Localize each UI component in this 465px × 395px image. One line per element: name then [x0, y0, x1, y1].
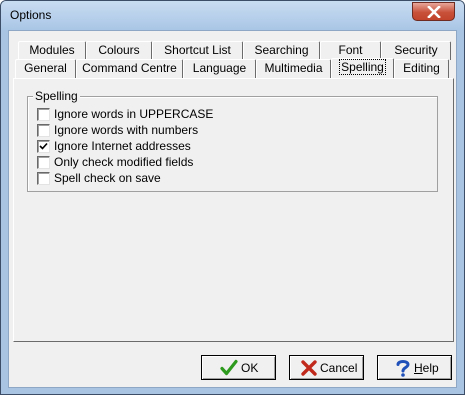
help-button[interactable]: Help: [377, 355, 452, 380]
spelling-group-label: Spelling: [33, 89, 80, 103]
tab-general[interactable]: General: [15, 59, 76, 78]
close-icon: [427, 6, 441, 18]
checkbox-box-checked[interactable]: [37, 140, 50, 153]
tab-searching[interactable]: Searching: [243, 41, 320, 60]
question-icon: [396, 360, 410, 377]
cancel-button[interactable]: Cancel: [289, 355, 364, 380]
checkbox-box[interactable]: [37, 124, 50, 137]
cancel-label: Cancel: [320, 361, 358, 375]
ok-label: OK: [241, 361, 259, 375]
cross-icon: [301, 360, 317, 376]
tab-language[interactable]: Language: [183, 59, 256, 78]
tab-spelling[interactable]: Spelling: [331, 58, 394, 78]
checkmark-icon: [39, 142, 48, 150]
spelling-tab-panel: Spelling Ignore words in UPPERCASE Ignor…: [13, 78, 454, 342]
title-bar[interactable]: Options: [1, 1, 464, 30]
checkbox-label: Only check modified fields: [54, 155, 194, 169]
checkbox-box[interactable]: [37, 172, 50, 185]
check-icon: [220, 359, 238, 376]
checkbox-box[interactable]: [37, 108, 50, 121]
spelling-groupbox: Spelling Ignore words in UPPERCASE Ignor…: [27, 89, 438, 192]
checkbox-label: Ignore Internet addresses: [54, 139, 191, 153]
window-title: Options: [10, 8, 52, 22]
checkbox-box[interactable]: [37, 156, 50, 169]
checkbox-label: Ignore words in UPPERCASE: [54, 107, 214, 121]
tab-modules[interactable]: Modules: [18, 41, 86, 60]
tab-colours[interactable]: Colours: [86, 41, 152, 60]
checkbox-label: Spell check on save: [54, 171, 161, 185]
close-button[interactable]: [412, 2, 455, 21]
tab-shortcut-list[interactable]: Shortcut List: [152, 41, 243, 60]
tab-multimedia[interactable]: Multimedia: [256, 59, 331, 78]
checkbox-label: Ignore words with numbers: [54, 123, 199, 137]
tab-editing[interactable]: Editing: [394, 59, 449, 78]
ok-button[interactable]: OK: [201, 355, 276, 380]
options-dialog: Options Modules Colours Shortcut List Se…: [0, 0, 465, 395]
tab-command-centre[interactable]: Command Centre: [76, 59, 183, 78]
help-label: Help: [414, 361, 439, 375]
